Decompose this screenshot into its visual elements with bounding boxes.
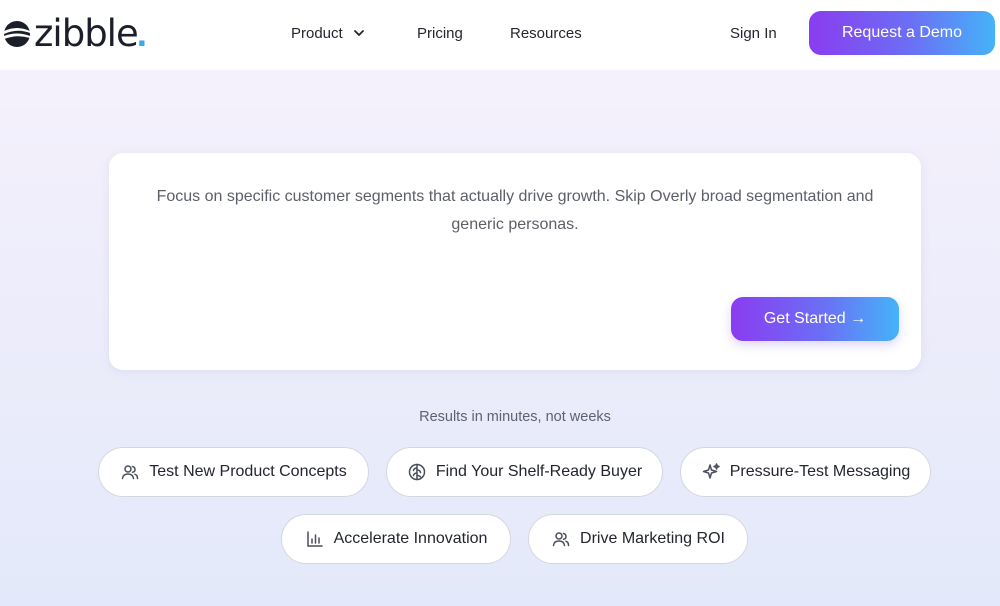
- brain-icon: [407, 462, 427, 482]
- use-case-pill-pressure-test-messaging[interactable]: Pressure-Test Messaging: [680, 447, 931, 497]
- hero-card: Focus on specific customer segments that…: [109, 153, 921, 370]
- logo-wordmark: zibble: [34, 12, 139, 55]
- nav-product-menu[interactable]: Product: [291, 0, 365, 66]
- pill-label: Accelerate Innovation: [333, 530, 488, 547]
- request-demo-button[interactable]: Request a Demo: [809, 11, 995, 55]
- pill-label: Pressure-Test Messaging: [729, 463, 911, 480]
- nav-pricing-link[interactable]: Pricing: [417, 0, 463, 66]
- logo-dot: .: [136, 13, 147, 54]
- zibble-logo[interactable]: zibble.: [2, 14, 147, 54]
- users-icon: [551, 529, 571, 549]
- pill-label: Test New Product Concepts: [149, 463, 347, 480]
- get-started-button[interactable]: Get Started →: [731, 297, 899, 341]
- nav-product-label: Product: [291, 24, 343, 42]
- pill-label: Drive Marketing ROI: [580, 530, 725, 547]
- pill-label: Find Your Shelf-Ready Buyer: [435, 463, 643, 480]
- use-case-pill-test-concepts[interactable]: Test New Product Concepts: [98, 447, 369, 497]
- chevron-down-icon: [353, 30, 364, 36]
- use-case-pill-shelf-ready-buyer[interactable]: Find Your Shelf-Ready Buyer: [386, 447, 663, 497]
- results-caption: Results in minutes, not weeks: [419, 409, 611, 425]
- use-case-pill-drive-marketing-roi[interactable]: Drive Marketing ROI: [528, 514, 748, 564]
- sign-in-link[interactable]: Sign In: [730, 0, 777, 66]
- users-icon: [120, 462, 140, 482]
- bar-chart-icon: [305, 529, 325, 549]
- logo-mark-icon: [4, 21, 30, 47]
- use-case-pill-accelerate-innovation[interactable]: Accelerate Innovation: [281, 514, 511, 564]
- nav-resources-link[interactable]: Resources: [510, 0, 582, 66]
- sparkles-icon: [701, 462, 721, 482]
- hero-description: Focus on specific customer segments that…: [156, 188, 874, 233]
- top-navigation-bar: zibble. Product Pricing Resources Sign I…: [0, 0, 1000, 70]
